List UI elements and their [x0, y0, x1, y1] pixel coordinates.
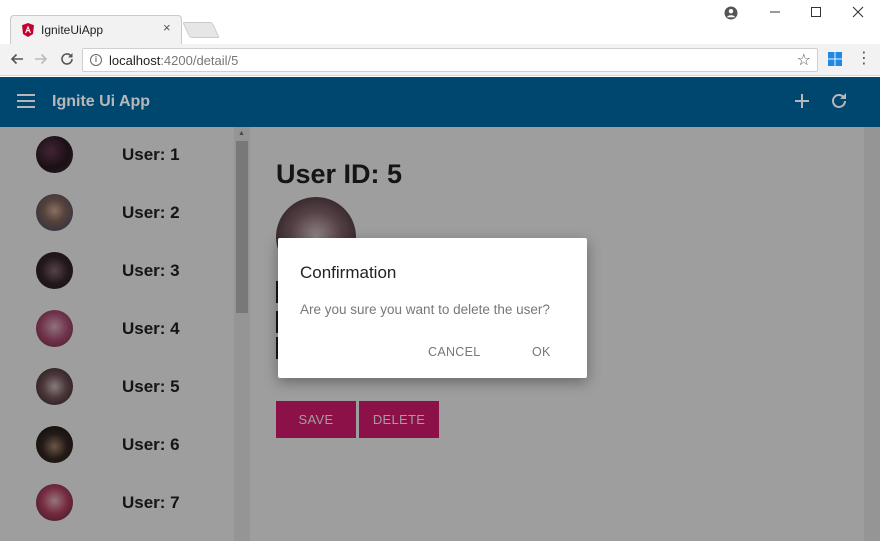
maximize-icon[interactable] — [801, 3, 831, 23]
reload-icon[interactable] — [58, 51, 76, 69]
ok-button[interactable]: OK — [532, 345, 551, 359]
dialog-title: Confirmation — [300, 263, 397, 282]
tab-close-icon[interactable]: × — [163, 21, 171, 35]
browser-toolbar: i localhost:4200/detail/5 ☆ — [0, 44, 880, 76]
minimize-icon[interactable] — [760, 3, 790, 23]
browser-tab[interactable]: IgniteUiApp × — [10, 15, 182, 44]
browser-titlebar: IgniteUiApp × — [0, 0, 880, 44]
url-text: localhost:4200/detail/5 — [109, 53, 238, 68]
more-vert-icon[interactable]: ⋮ — [856, 50, 872, 68]
new-tab-button[interactable] — [182, 22, 220, 38]
modal-overlay-header — [0, 77, 880, 127]
star-icon[interactable]: ☆ — [797, 50, 811, 70]
address-bar[interactable]: i localhost:4200/detail/5 ☆ — [82, 48, 818, 72]
confirmation-dialog: Confirmation Are you sure you want to de… — [278, 238, 587, 378]
angular-favicon — [22, 23, 34, 37]
info-icon[interactable]: i — [90, 54, 102, 66]
tab-title: IgniteUiApp — [41, 23, 104, 37]
dialog-message: Are you sure you want to delete the user… — [300, 302, 550, 317]
url-host: localhost — [109, 53, 161, 68]
close-window-icon[interactable] — [843, 3, 873, 23]
cancel-button[interactable]: CANCEL — [428, 345, 481, 359]
forward-icon[interactable] — [32, 51, 50, 69]
back-icon[interactable] — [8, 51, 26, 69]
windows-icon[interactable] — [828, 52, 842, 66]
account-icon[interactable] — [716, 3, 746, 23]
url-path: :4200/detail/5 — [160, 53, 239, 68]
